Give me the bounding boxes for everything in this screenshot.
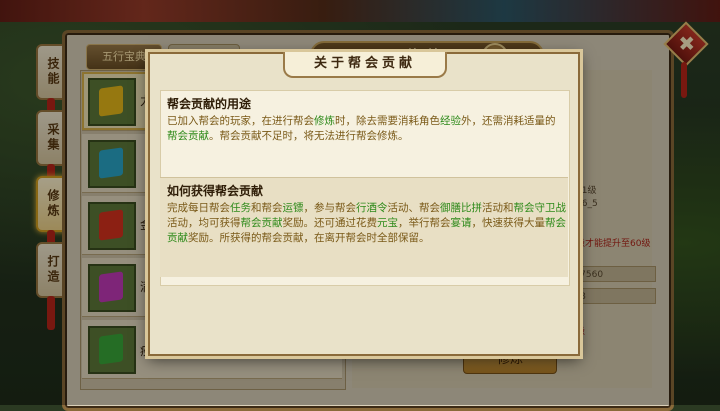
keyword-highlight: 御膳比拼 xyxy=(440,202,482,214)
keyword-highlight: 任务 xyxy=(230,202,251,214)
section-obtain: 如何获得帮会贡献 完成每日帮会任务和帮会运镖，参与帮会行酒令活动、帮会御膳比拼活… xyxy=(160,177,568,277)
text-run: 。帮会贡献不足时，将无法进行帮会修炼。 xyxy=(209,130,409,142)
text-run: 奖励。还可通过花费 xyxy=(282,217,378,229)
section-text: 完成每日帮会任务和帮会运镖，参与帮会行酒令活动、帮会御膳比拼活动和帮会守卫战活动… xyxy=(167,201,568,246)
text-run: ，快速获得大量 xyxy=(471,217,546,229)
keyword-highlight: 经验 xyxy=(440,115,461,127)
text-run: 完成每日帮会 xyxy=(167,202,230,214)
guild-contribution-dialog: 关于帮会贡献 帮会贡献的用途 已加入帮会的玩家，在进行帮会修炼时，除去需要消耗角… xyxy=(148,52,580,356)
text-run: 已加入帮会的玩家，在进行帮会 xyxy=(167,115,314,127)
keyword-highlight: 帮会贡献 xyxy=(240,217,283,229)
text-run: 时，除去需要消耗角色 xyxy=(335,115,440,127)
text-run: 外，还需消耗适量的 xyxy=(461,115,556,127)
text-run: 奖励。所获得的帮会贡献，在离开帮会时全部保留。 xyxy=(188,232,430,244)
keyword-highlight: 元宝 xyxy=(377,217,398,229)
section-title: 帮会贡献的用途 xyxy=(167,97,252,111)
section-usage: 帮会贡献的用途 已加入帮会的玩家，在进行帮会修炼时，除去需要消耗角色经验外，还需… xyxy=(167,95,561,144)
section-title: 如何获得帮会贡献 xyxy=(167,184,264,198)
keyword-highlight: 帮会贡献 xyxy=(167,130,209,142)
keyword-highlight: 行酒令 xyxy=(356,202,388,214)
text-run: 活动和 xyxy=(482,202,514,214)
dialog-body: 帮会贡献的用途 已加入帮会的玩家，在进行帮会修炼时，除去需要消耗角色经验外，还需… xyxy=(160,90,570,286)
keyword-highlight: 帮会守卫战 xyxy=(513,202,567,214)
dialog-title: 关于帮会贡献 xyxy=(283,52,447,78)
keyword-highlight: 宴请 xyxy=(450,217,472,229)
text-run: 和帮会 xyxy=(251,202,283,214)
section-text: 已加入帮会的玩家，在进行帮会修炼时，除去需要消耗角色经验外，还需消耗适量的帮会贡… xyxy=(167,114,561,144)
text-run: 活动，均可获得 xyxy=(167,217,241,229)
keyword-highlight: 运镖 xyxy=(282,202,304,214)
text-run: ，参与帮会 xyxy=(303,202,357,214)
keyword-highlight: 修炼 xyxy=(314,115,335,127)
text-run: 活动、帮会 xyxy=(387,202,441,214)
text-run: ，举行帮会 xyxy=(398,217,451,229)
